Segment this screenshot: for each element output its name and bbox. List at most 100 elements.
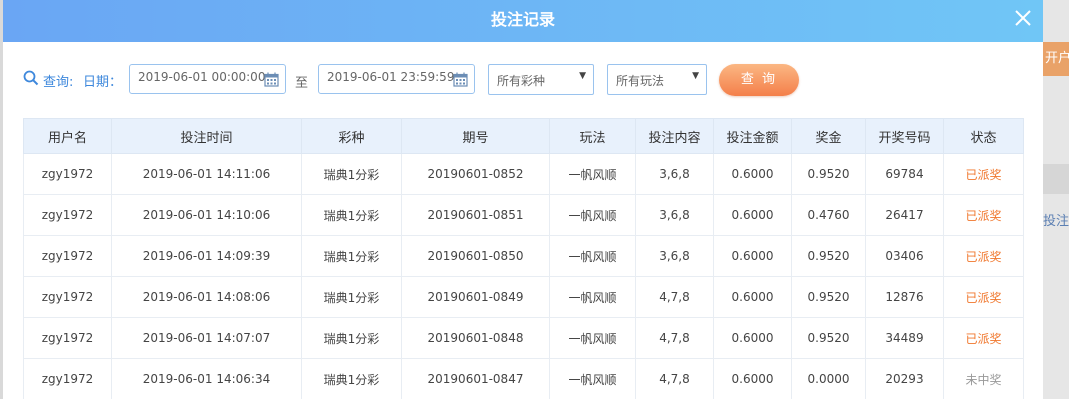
- table-row: zgy1972 2019-06-01 14:09:39 瑞典1分彩 201906…: [23, 235, 1024, 277]
- cell-prize: 0.9520: [791, 235, 866, 277]
- cell-play: 一帆风顺: [549, 358, 636, 399]
- table-row: zgy1972 2019-06-01 14:10:06 瑞典1分彩 201906…: [23, 194, 1024, 236]
- cell-amount: 0.6000: [713, 153, 792, 195]
- cell-status: 未中奖: [943, 358, 1024, 399]
- play-type-select[interactable]: 所有玩法 ▼: [607, 64, 707, 95]
- cell-amount: 0.6000: [713, 235, 792, 277]
- cell-content: 3,6,8: [635, 153, 714, 195]
- modal-header: 投注记录: [3, 0, 1043, 42]
- column-header: 投注内容: [635, 118, 714, 154]
- cell-bet-time: 2019-06-01 14:09:39: [111, 235, 302, 277]
- table-header-row: 用户名 投注时间 彩种 期号 玩法 投注内容 投注金额 奖金 开奖号码 状态: [23, 118, 1024, 154]
- dropdown-arrow-icon: ▼: [579, 71, 586, 81]
- column-header: 玩法: [549, 118, 636, 154]
- cell-play: 一帆风顺: [549, 317, 636, 359]
- cell-username: zgy1972: [23, 317, 112, 359]
- lottery-type-select[interactable]: 所有彩种 ▼: [488, 64, 594, 95]
- cell-prize: 0.9520: [791, 317, 866, 359]
- cell-prize: 0.4760: [791, 194, 866, 236]
- background-link-text: 投注记: [1043, 214, 1069, 229]
- column-header: 用户名: [23, 118, 112, 154]
- cell-draw-number: 69784: [865, 153, 944, 195]
- cell-issue: 20190601-0850: [401, 235, 550, 277]
- close-icon[interactable]: [1013, 8, 1033, 28]
- cell-issue: 20190601-0847: [401, 358, 550, 399]
- search-icon: [23, 70, 39, 86]
- cell-content: 3,6,8: [635, 235, 714, 277]
- cell-draw-number: 03406: [865, 235, 944, 277]
- cell-draw-number: 20293: [865, 358, 944, 399]
- table-row: zgy1972 2019-06-01 14:07:07 瑞典1分彩 201906…: [23, 317, 1024, 359]
- column-header: 奖金: [791, 118, 866, 154]
- background-band: [1043, 164, 1069, 194]
- cell-draw-number: 34489: [865, 317, 944, 359]
- background-page: 开户 投注记: [1043, 0, 1069, 399]
- cell-username: zgy1972: [23, 235, 112, 277]
- table-row: zgy1972 2019-06-01 14:06:34 瑞典1分彩 201906…: [23, 358, 1024, 399]
- filter-bar: 查询: 日期： 至: [3, 64, 1043, 96]
- cell-lottery: 瑞典1分彩: [301, 317, 402, 359]
- cell-play: 一帆风顺: [549, 194, 636, 236]
- bet-record-modal: 投注记录 查询: 日期： 2019-06-01 00:00:00 至 2019-…: [3, 0, 1043, 399]
- cell-draw-number: 26417: [865, 194, 944, 236]
- column-header: 开奖号码: [865, 118, 944, 154]
- column-header: 彩种: [301, 118, 402, 154]
- table-row: zgy1972 2019-06-01 14:08:06 瑞典1分彩 201906…: [23, 276, 1024, 318]
- cell-draw-number: 12876: [865, 276, 944, 318]
- cell-content: 4,7,8: [635, 358, 714, 399]
- cell-play: 一帆风顺: [549, 235, 636, 277]
- dropdown-arrow-icon: ▼: [692, 71, 699, 81]
- cell-username: zgy1972: [23, 153, 112, 195]
- cell-username: zgy1972: [23, 276, 112, 318]
- cell-amount: 0.6000: [713, 358, 792, 399]
- query-button[interactable]: 查 询: [719, 64, 799, 96]
- lottery-type-value: 所有彩种: [497, 74, 546, 88]
- cell-status: 已派奖: [943, 194, 1024, 236]
- end-date-input[interactable]: [327, 70, 457, 84]
- calendar-icon[interactable]: [264, 72, 279, 87]
- cell-issue: 20190601-0848: [401, 317, 550, 359]
- cell-lottery: 瑞典1分彩: [301, 235, 402, 277]
- cell-issue: 20190601-0852: [401, 153, 550, 195]
- cell-content: 3,6,8: [635, 194, 714, 236]
- cell-lottery: 瑞典1分彩: [301, 153, 402, 195]
- column-header: 状态: [943, 118, 1024, 154]
- cell-bet-time: 2019-06-01 14:08:06: [111, 276, 302, 318]
- cell-content: 4,7,8: [635, 276, 714, 318]
- modal-title: 投注记录: [490, 10, 555, 29]
- column-header: 投注金额: [713, 118, 792, 154]
- cell-bet-time: 2019-06-01 14:11:06: [111, 153, 302, 195]
- cell-username: zgy1972: [23, 194, 112, 236]
- play-type-value: 所有玩法: [616, 74, 665, 88]
- calendar-icon[interactable]: [453, 72, 468, 87]
- cell-amount: 0.6000: [713, 317, 792, 359]
- cell-content: 4,7,8: [635, 317, 714, 359]
- column-header: 期号: [401, 118, 550, 154]
- cell-username: zgy1972: [23, 358, 112, 399]
- cell-issue: 20190601-0851: [401, 194, 550, 236]
- cell-prize: 0.0000: [791, 358, 866, 399]
- cell-lottery: 瑞典1分彩: [301, 276, 402, 318]
- cell-amount: 0.6000: [713, 194, 792, 236]
- column-header: 投注时间: [111, 118, 302, 154]
- bet-record-table: 用户名 投注时间 彩种 期号 玩法 投注内容 投注金额 奖金 开奖号码 状态 z…: [23, 118, 1024, 399]
- cell-issue: 20190601-0849: [401, 276, 550, 318]
- background-orange-button: 开户: [1043, 42, 1069, 76]
- cell-prize: 0.9520: [791, 153, 866, 195]
- cell-lottery: 瑞典1分彩: [301, 358, 402, 399]
- cell-play: 一帆风顺: [549, 276, 636, 318]
- to-label: 至: [295, 76, 309, 91]
- table-row: zgy1972 2019-06-01 14:11:06 瑞典1分彩 201906…: [23, 153, 1024, 195]
- date-label: 日期：: [83, 75, 123, 90]
- cell-prize: 0.9520: [791, 276, 866, 318]
- cell-play: 一帆风顺: [549, 153, 636, 195]
- cell-status: 已派奖: [943, 153, 1024, 195]
- start-date-field[interactable]: [129, 64, 286, 94]
- cell-amount: 0.6000: [713, 276, 792, 318]
- cell-bet-time: 2019-06-01 14:07:07: [111, 317, 302, 359]
- end-date-field[interactable]: [318, 64, 475, 94]
- cell-status: 已派奖: [943, 276, 1024, 318]
- cell-lottery: 瑞典1分彩: [301, 194, 402, 236]
- cell-bet-time: 2019-06-01 14:06:34: [111, 358, 302, 399]
- start-date-input[interactable]: [138, 70, 268, 84]
